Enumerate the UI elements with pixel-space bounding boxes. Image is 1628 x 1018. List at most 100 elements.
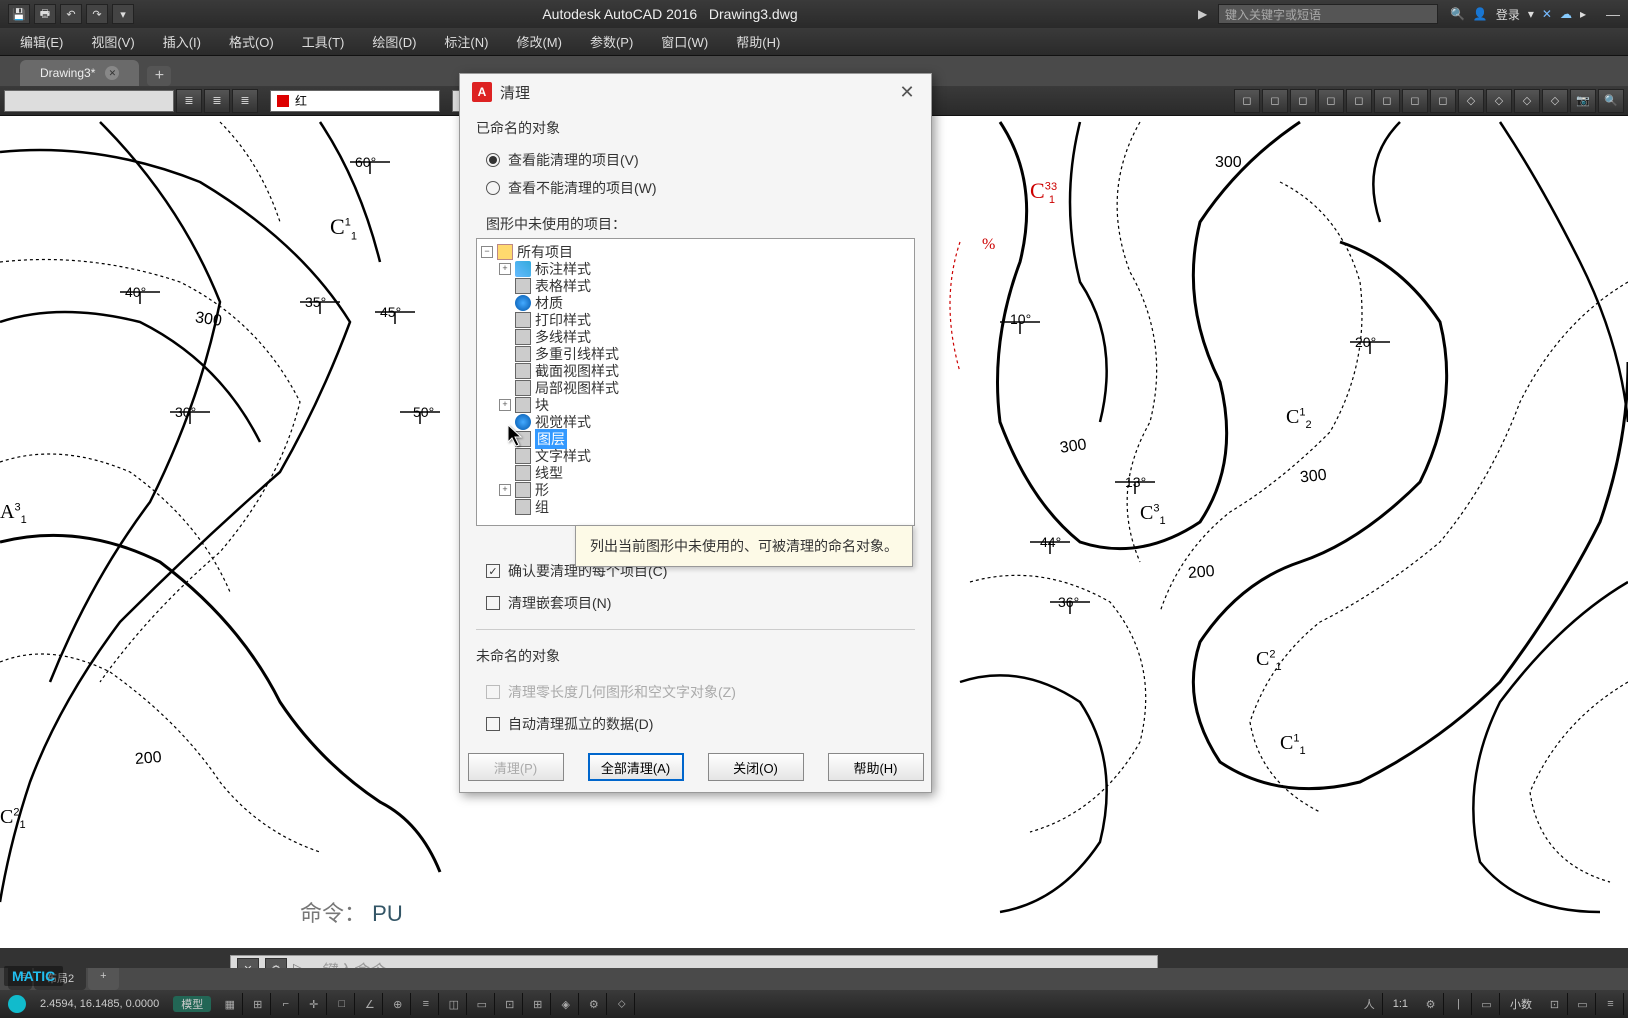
radio-view-nonpurgeable[interactable]: 查看不能清理的项目(W) [486, 178, 915, 198]
lwt-icon[interactable]: ≡ [413, 993, 439, 1015]
view-cube-icon[interactable]: ◻ [1346, 89, 1372, 113]
iso-icon[interactable]: ⬦ [609, 993, 635, 1015]
tree-item-mlinestyle[interactable]: 多线样式 [499, 328, 910, 345]
tree-item-sectionstyle[interactable]: 截面视图样式 [499, 362, 910, 379]
trans-icon[interactable]: ◫ [441, 993, 467, 1015]
scale-display[interactable]: 1:1 [1385, 998, 1416, 1010]
dialog-titlebar[interactable]: A 清理 ✕ [460, 74, 931, 110]
more-icon[interactable]: ▸ [1580, 7, 1586, 21]
tree-item-detailstyle[interactable]: 局部视图样式 [499, 379, 910, 396]
tree-item-linetype[interactable]: 线型 [499, 464, 910, 481]
view-cube-icon[interactable]: ◻ [1262, 89, 1288, 113]
tree-item-textstyle[interactable]: 文字样式 [499, 447, 910, 464]
login-label[interactable]: 登录 [1496, 6, 1520, 23]
menu-icon[interactable]: ≡ [1598, 993, 1624, 1015]
menu-dimension[interactable]: 标注(N) [430, 28, 502, 55]
zoom-icon[interactable]: 🔍 [1598, 89, 1624, 113]
view-cube-icon[interactable]: ◻ [1402, 89, 1428, 113]
record-icon[interactable] [8, 995, 26, 1013]
menu-window[interactable]: 窗口(W) [647, 28, 722, 55]
view-cube-icon[interactable]: ◻ [1318, 89, 1344, 113]
layer-states-icon[interactable]: ≣ [176, 89, 202, 113]
radio-view-purgeable[interactable]: 查看能清理的项目(V) [486, 150, 915, 170]
ann-icon[interactable]: ⊞ [525, 993, 551, 1015]
tree-item-dimstyle[interactable]: +标注样式 [499, 260, 910, 277]
view-diamond-icon[interactable]: ◇ [1514, 89, 1540, 113]
tree-item-layers[interactable]: 图层 [499, 430, 910, 447]
menu-format[interactable]: 格式(O) [215, 28, 288, 55]
exchange-icon[interactable]: ✕ [1542, 7, 1552, 21]
menu-view[interactable]: 视图(V) [77, 28, 148, 55]
ws-icon[interactable]: ⚙ [581, 993, 607, 1015]
camera-icon[interactable]: 📷 [1570, 89, 1596, 113]
view-diamond-icon[interactable]: ◇ [1486, 89, 1512, 113]
purge-all-button[interactable]: 全部清理(A) [588, 753, 684, 781]
view-cube-icon[interactable]: ◻ [1290, 89, 1316, 113]
view-cube-icon[interactable]: ◻ [1430, 89, 1456, 113]
qat-undo-icon[interactable]: ↶ [60, 4, 82, 24]
sc-icon[interactable]: ⊡ [497, 993, 523, 1015]
qp-icon[interactable]: ▭ [469, 993, 495, 1015]
view-diamond-icon[interactable]: ◇ [1458, 89, 1484, 113]
menu-draw[interactable]: 绘图(D) [358, 28, 430, 55]
tree-item-visualstyle[interactable]: 视觉样式 [499, 413, 910, 430]
units-display[interactable]: 小数 [1502, 996, 1540, 1012]
polar-icon[interactable]: ✛ [301, 993, 327, 1015]
menu-parametric[interactable]: 参数(P) [576, 28, 647, 55]
minimize-button[interactable]: — [1598, 4, 1628, 24]
snap-icon[interactable]: ⊞ [245, 993, 271, 1015]
layer-dropdown[interactable] [4, 90, 174, 112]
add-layout-button[interactable]: + [88, 968, 118, 990]
otrack-icon[interactable]: ∠ [357, 993, 383, 1015]
close-icon[interactable]: ✕ [895, 80, 919, 104]
annotation-scale-icon[interactable]: 人 [1357, 993, 1383, 1015]
menu-tools[interactable]: 工具(T) [288, 28, 359, 55]
menu-modify[interactable]: 修改(M) [502, 28, 576, 55]
tree-item-mleaderstyle[interactable]: 多重引线样式 [499, 345, 910, 362]
qat-print-icon[interactable]: 🖶 [34, 4, 56, 24]
document-tab-active[interactable]: Drawing3* ✕ [20, 60, 139, 86]
color-dropdown[interactable]: 红 [270, 90, 440, 112]
tree-item-shape[interactable]: +形 [499, 481, 910, 498]
tree-item-tablestyle[interactable]: 表格样式 [499, 277, 910, 294]
cloud-icon[interactable]: ☁ [1560, 7, 1572, 21]
title-play-icon[interactable]: ▶ [1198, 7, 1218, 21]
customize-icon[interactable]: ⊡ [1542, 993, 1568, 1015]
qat-more-icon[interactable]: ▾ [112, 4, 134, 24]
tree-root[interactable]: −所有项目 [481, 243, 910, 260]
units-icon[interactable]: ▭ [1474, 993, 1500, 1015]
menu-help[interactable]: 帮助(H) [722, 28, 794, 55]
layer-iso-icon[interactable]: ≣ [204, 89, 230, 113]
binoculars-icon[interactable]: 🔍 [1450, 7, 1465, 21]
check-nested[interactable]: 清理嵌套项目(N) [486, 593, 915, 613]
dyn-icon[interactable]: ⊕ [385, 993, 411, 1015]
ortho-icon[interactable]: ⌐ [273, 993, 299, 1015]
clean-icon[interactable]: ▭ [1570, 993, 1596, 1015]
coordinates-display[interactable]: 2.4594, 16.1485, 0.0000 [32, 998, 167, 1010]
close-button[interactable]: 关闭(O) [708, 753, 804, 781]
tree-item-material[interactable]: 材质 [499, 294, 910, 311]
qat-redo-icon[interactable]: ↷ [86, 4, 108, 24]
tree-item-plotstyle[interactable]: 打印样式 [499, 311, 910, 328]
tree-item-blocks[interactable]: +块 [499, 396, 910, 413]
purge-tree[interactable]: −所有项目 +标注样式 表格样式 材质 打印样式 多线样式 多重引线样式 截面视… [476, 238, 915, 526]
dropdown-icon[interactable]: ▾ [1528, 7, 1534, 21]
new-tab-button[interactable]: + [147, 66, 171, 86]
tree-item-group[interactable]: 组 [499, 498, 910, 515]
view-diamond-icon[interactable]: ◇ [1542, 89, 1568, 113]
menu-edit[interactable]: 编辑(E) [6, 28, 77, 55]
am-icon[interactable]: ◈ [553, 993, 579, 1015]
help-button[interactable]: 帮助(H) [828, 753, 924, 781]
close-tab-icon[interactable]: ✕ [105, 66, 119, 80]
menu-insert[interactable]: 插入(I) [149, 28, 215, 55]
osnap-icon[interactable]: □ [329, 993, 355, 1015]
workspace-icon[interactable]: ⚙ [1418, 993, 1444, 1015]
model-space-button[interactable]: 模型 [173, 996, 211, 1012]
view-cube-icon[interactable]: ◻ [1234, 89, 1260, 113]
layer-prev-icon[interactable]: ≣ [232, 89, 258, 113]
qat-save-icon[interactable]: 💾 [8, 4, 30, 24]
purge-button[interactable]: 清理(P) [468, 753, 564, 781]
view-cube-icon[interactable]: ◻ [1374, 89, 1400, 113]
help-search-input[interactable]: 键入关键字或短语 [1218, 4, 1438, 24]
check-orphan-data[interactable]: 自动清理孤立的数据(D) [486, 714, 915, 734]
